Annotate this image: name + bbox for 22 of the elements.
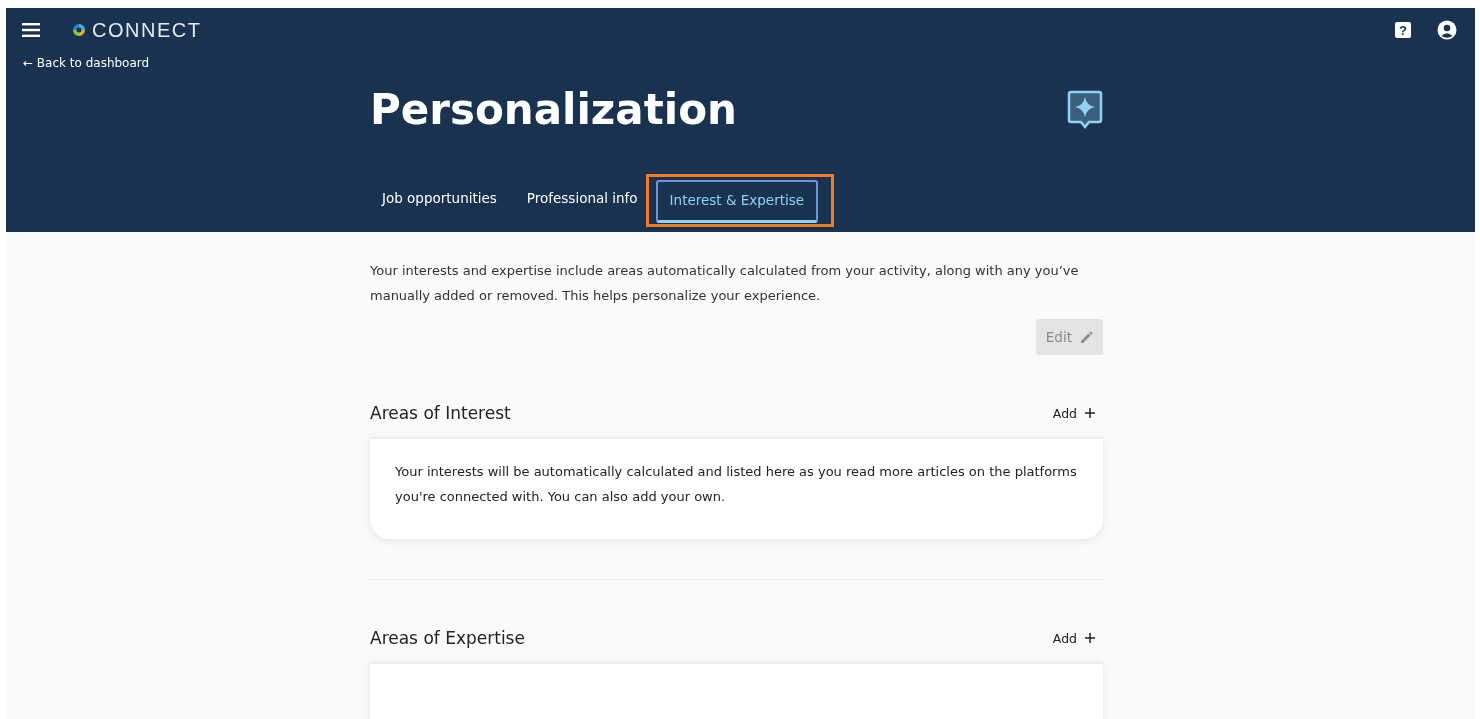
section-title: Areas of Expertise [370, 628, 525, 648]
plus-icon [1085, 633, 1095, 643]
logo-icon [72, 23, 86, 37]
tab[interactable]: Interest & Expertise [655, 180, 819, 223]
page-title: Personalization [370, 84, 737, 136]
user-icon [1437, 20, 1457, 40]
brand-name: CONNECT [92, 18, 202, 42]
menu-button[interactable] [20, 21, 42, 39]
back-link[interactable]: ← Back to dashboard [23, 56, 150, 70]
plus-icon [1085, 408, 1095, 418]
tab[interactable]: Professional info [514, 180, 650, 221]
tab[interactable]: Job opportunities [370, 180, 509, 221]
empty-state-text: Your interests will be automatically calculated and listed here as you read more articles on the platforms you're connected with. You can also add your own. [395, 463, 1078, 506]
intro-text: Your interests and expertise include areas automatically calculated from your activity, along with any you’ve manually added or removed. This helps personalize your experience. [370, 262, 1080, 305]
add-button[interactable]: Add [1044, 403, 1103, 423]
account-button[interactable] [1435, 18, 1459, 42]
help-button[interactable]: ? [1393, 20, 1413, 40]
menu-icon [22, 23, 40, 37]
add-button[interactable]: Add [1044, 628, 1103, 648]
section-title: Areas of Interest [370, 403, 511, 423]
pencil-icon [1080, 330, 1093, 344]
sparkle-speech-icon [1067, 90, 1103, 130]
